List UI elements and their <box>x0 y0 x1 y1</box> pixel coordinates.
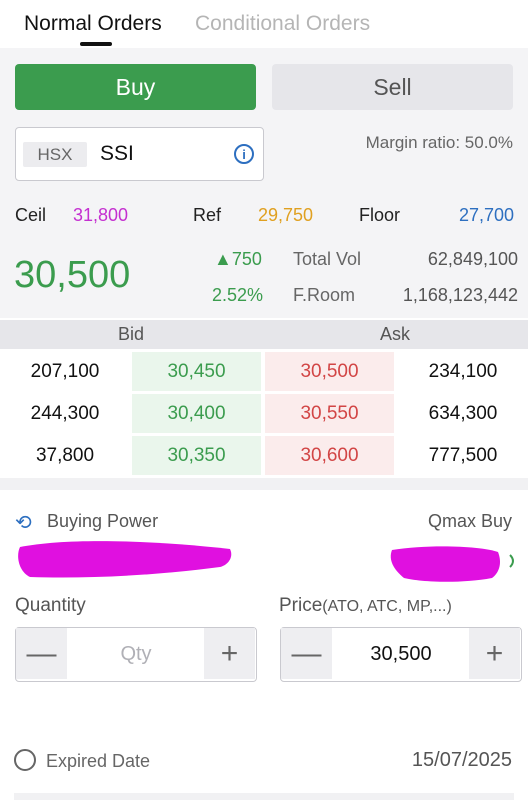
expired-date-radio[interactable] <box>14 749 36 771</box>
ask-volume: 234,100 <box>428 360 498 382</box>
ceil-price[interactable]: 31,800 <box>73 205 128 226</box>
price-change: ▲750 <box>214 249 262 269</box>
tab-normal-orders[interactable]: Normal Orders <box>24 12 162 36</box>
quantity-input[interactable]: Qty <box>68 643 204 666</box>
price-label-text: Price <box>279 595 323 616</box>
symbol-code[interactable]: SSI <box>100 142 134 166</box>
price-input[interactable]: 30,500 <box>333 643 469 666</box>
expired-date-value[interactable]: 15/07/2025 <box>412 749 512 772</box>
margin-ratio-label: Margin ratio: <box>365 133 461 152</box>
section-divider <box>0 478 528 490</box>
ref-price[interactable]: 29,750 <box>258 205 313 226</box>
redaction-mark-qmax <box>390 546 500 582</box>
total-vol-label: Total Vol <box>293 249 362 269</box>
froom-label: F.Room <box>293 285 356 305</box>
qmax-buy-label: Qmax Buy <box>427 511 512 531</box>
bid-price[interactable]: 30,450 <box>132 352 261 391</box>
bid-volume: 37,800 <box>35 444 95 466</box>
last-price: 30,500 <box>14 254 131 296</box>
buying-power-label: Buying Power <box>47 511 159 531</box>
refresh-icon[interactable]: ⟲ <box>15 510 32 535</box>
info-icon[interactable]: i <box>234 144 254 164</box>
ask-header: Ask <box>380 324 411 344</box>
ceil-label: Ceil <box>15 205 47 225</box>
orderbook-header <box>0 320 528 349</box>
bid-price[interactable]: 30,350 <box>132 436 261 475</box>
margin-ratio: Margin ratio: 50.0% <box>366 133 513 153</box>
price-minus-button[interactable]: — <box>281 628 332 679</box>
ask-volume: 634,300 <box>428 402 498 424</box>
bid-header: Bid <box>118 324 145 344</box>
ask-price[interactable]: 30,550 <box>265 394 394 433</box>
tab-conditional-orders[interactable]: Conditional Orders <box>195 12 370 36</box>
partial-qmax-icon <box>509 554 514 568</box>
price-label-hint: (ATO, ATC, MP,...) <box>322 598 452 615</box>
floor-label: Floor <box>359 205 401 225</box>
bid-price[interactable]: 30,400 <box>132 394 261 433</box>
redaction-mark-buying-power <box>18 541 232 578</box>
price-plus-button[interactable]: + <box>469 628 520 679</box>
ask-price[interactable]: 30,500 <box>265 352 394 391</box>
bid-volume: 244,300 <box>30 402 100 424</box>
margin-ratio-value: 50.0% <box>464 133 513 152</box>
sell-button[interactable]: Sell <box>272 64 513 110</box>
bid-volume: 207,100 <box>30 360 100 382</box>
exchange-badge: HSX <box>23 142 87 167</box>
quantity-minus-button[interactable]: — <box>16 628 67 679</box>
ref-label: Ref <box>193 205 222 225</box>
quantity-plus-button[interactable]: + <box>204 628 255 679</box>
froom-value: 1,168,123,442 <box>402 285 518 305</box>
price-label: Price(ATO, ATC, MP,...) <box>279 595 452 617</box>
ask-price[interactable]: 30,600 <box>265 436 394 475</box>
bottom-panel-edge <box>14 793 514 800</box>
price-change-percent: 2.52% <box>212 285 264 305</box>
buy-button[interactable]: Buy <box>15 64 256 110</box>
ask-volume: 777,500 <box>428 444 498 466</box>
total-vol-value: 62,849,100 <box>427 249 518 269</box>
active-tab-indicator <box>80 42 112 46</box>
floor-price[interactable]: 27,700 <box>459 205 514 226</box>
expired-date-label: Expired Date <box>46 751 151 771</box>
quantity-label: Quantity <box>15 595 86 616</box>
